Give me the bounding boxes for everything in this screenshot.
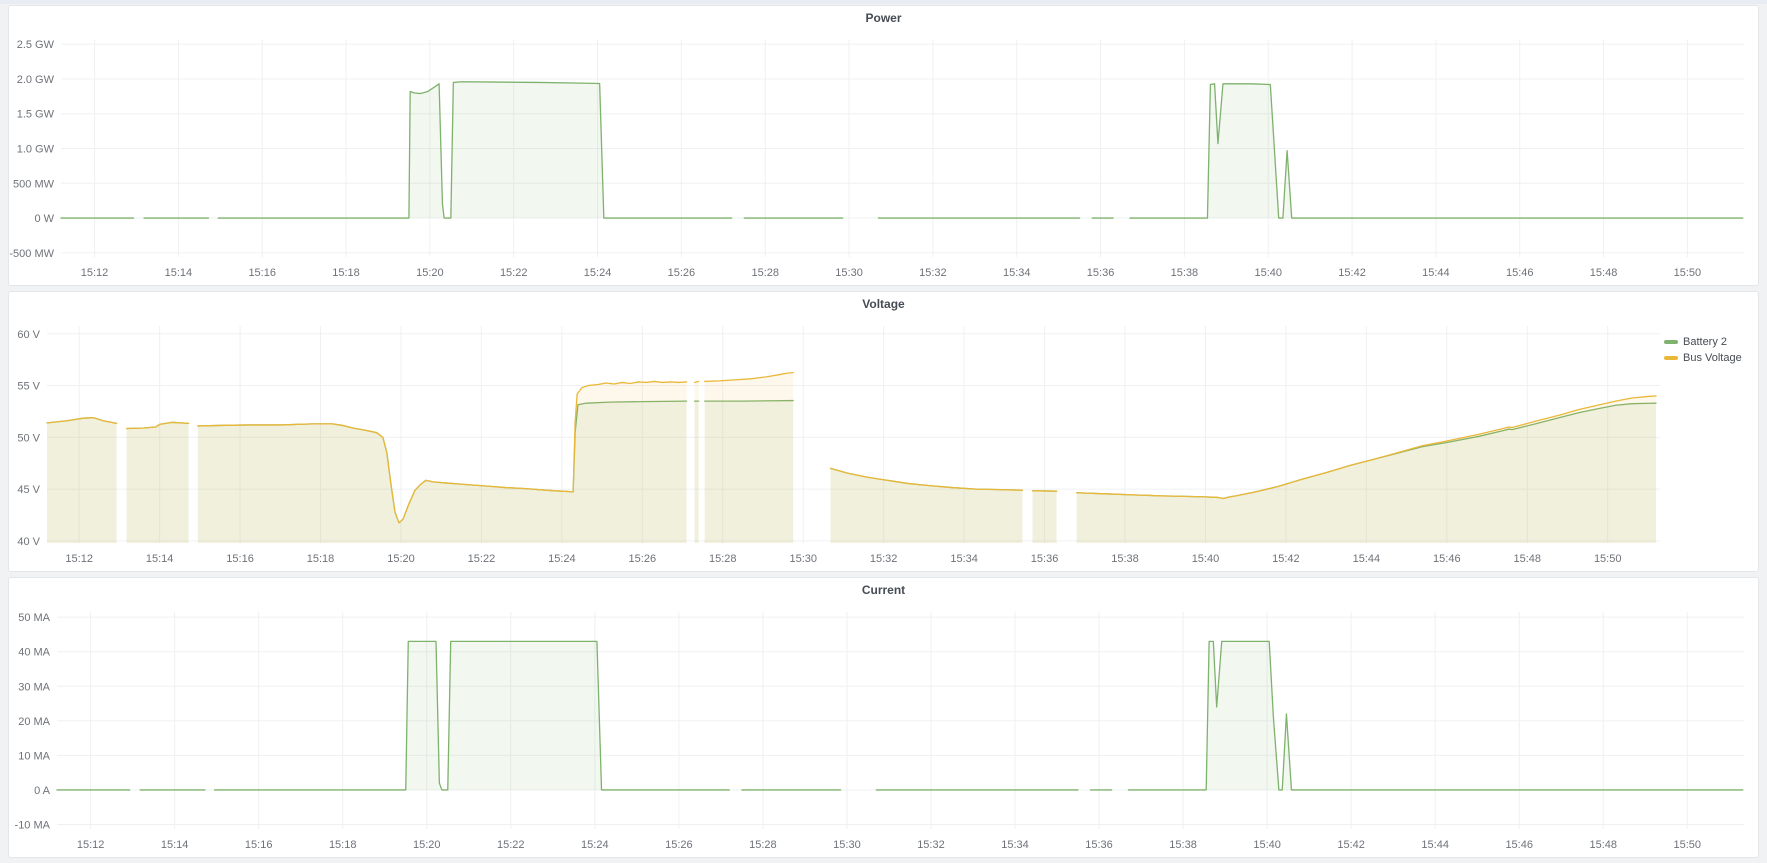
svg-text:15:22: 15:22 — [468, 553, 496, 565]
svg-text:15:16: 15:16 — [245, 839, 273, 851]
svg-text:15:50: 15:50 — [1674, 267, 1702, 279]
svg-text:15:30: 15:30 — [833, 839, 861, 851]
svg-text:15:20: 15:20 — [413, 839, 441, 851]
svg-text:15:18: 15:18 — [332, 267, 360, 279]
svg-text:15:38: 15:38 — [1171, 267, 1199, 279]
svg-text:1.5 GW: 1.5 GW — [17, 109, 55, 121]
svg-text:15:32: 15:32 — [917, 839, 945, 851]
svg-text:15:24: 15:24 — [548, 553, 576, 565]
svg-text:15:36: 15:36 — [1087, 267, 1115, 279]
svg-text:1.0 GW: 1.0 GW — [17, 144, 55, 156]
svg-text:15:50: 15:50 — [1674, 839, 1702, 851]
svg-text:45 V: 45 V — [17, 484, 40, 496]
power-panel: Power 15:12 15:14 15:16 15:18 15:20 15:22 15:2… — [8, 5, 1759, 286]
svg-text:15:32: 15:32 — [919, 267, 947, 279]
svg-text:15:28: 15:28 — [749, 839, 777, 851]
svg-text:15:42: 15:42 — [1338, 267, 1366, 279]
current-chart[interactable]: 15:12 15:14 15:16 15:18 15:20 15:22 15:24 15:26… — [9, 602, 1758, 857]
svg-text:15:22: 15:22 — [497, 839, 525, 851]
battery-2-series-swatch — [1664, 340, 1678, 344]
svg-text:15:36: 15:36 — [1085, 839, 1113, 851]
svg-text:30 MA: 30 MA — [18, 681, 50, 693]
svg-text:15:46: 15:46 — [1433, 553, 1461, 565]
voltage-panel-title[interactable]: Voltage — [9, 292, 1758, 316]
svg-text:40 V: 40 V — [17, 536, 40, 548]
svg-text:15:12: 15:12 — [77, 839, 105, 851]
svg-text:50 V: 50 V — [17, 432, 40, 444]
svg-text:15:40: 15:40 — [1253, 839, 1281, 851]
svg-text:15:44: 15:44 — [1422, 267, 1450, 279]
svg-text:15:24: 15:24 — [581, 839, 609, 851]
svg-text:10 MA: 10 MA — [18, 750, 50, 762]
svg-text:15:38: 15:38 — [1111, 553, 1139, 565]
svg-text:15:14: 15:14 — [161, 839, 189, 851]
svg-text:15:38: 15:38 — [1169, 839, 1197, 851]
power-panel-title[interactable]: Power — [9, 6, 1758, 30]
svg-text:15:42: 15:42 — [1337, 839, 1365, 851]
power-chart[interactable]: 15:12 15:14 15:16 15:18 15:20 15:22 15:24 15:26… — [9, 30, 1758, 285]
svg-text:15:16: 15:16 — [248, 267, 276, 279]
svg-text:15:32: 15:32 — [870, 553, 898, 565]
svg-text:15:34: 15:34 — [1003, 267, 1031, 279]
svg-text:15:48: 15:48 — [1590, 267, 1618, 279]
svg-text:15:20: 15:20 — [387, 553, 415, 565]
current-panel-title[interactable]: Current — [9, 578, 1758, 602]
svg-text:15:34: 15:34 — [1001, 839, 1029, 851]
current-panel: Current 15:1215:1415:1615:1815:2015:2215… — [8, 577, 1759, 858]
svg-text:0 W: 0 W — [34, 213, 54, 225]
svg-text:15:42: 15:42 — [1272, 553, 1300, 565]
svg-text:15:30: 15:30 — [789, 553, 817, 565]
svg-text:15:20: 15:20 — [416, 267, 444, 279]
svg-text:15:16: 15:16 — [226, 553, 254, 565]
voltage-legend: Battery 2 Bus Voltage — [1664, 316, 1758, 571]
svg-text:15:12: 15:12 — [81, 267, 109, 279]
svg-text:15:44: 15:44 — [1353, 553, 1381, 565]
legend-label-battery-2: Battery 2 — [1683, 336, 1727, 348]
svg-text:15:26: 15:26 — [665, 839, 693, 851]
svg-text:15:44: 15:44 — [1421, 839, 1449, 851]
svg-text:15:48: 15:48 — [1589, 839, 1617, 851]
svg-text:-10 MA: -10 MA — [15, 820, 51, 832]
svg-text:15:34: 15:34 — [950, 553, 978, 565]
svg-text:55 V: 55 V — [17, 381, 40, 393]
svg-text:15:22: 15:22 — [500, 267, 528, 279]
svg-text:50 MA: 50 MA — [18, 612, 50, 624]
svg-text:15:18: 15:18 — [329, 839, 357, 851]
svg-text:15:26: 15:26 — [629, 553, 657, 565]
svg-text:15:46: 15:46 — [1505, 839, 1533, 851]
svg-text:15:28: 15:28 — [751, 267, 779, 279]
svg-text:20 MA: 20 MA — [18, 716, 50, 728]
svg-text:15:50: 15:50 — [1594, 553, 1622, 565]
voltage-panel: Voltage 15:1215:1415:1615:1815:2015:2215… — [8, 291, 1759, 572]
svg-text:40 MA: 40 MA — [18, 647, 50, 659]
svg-text:15:26: 15:26 — [668, 267, 696, 279]
voltage-chart[interactable]: 15:12 15:14 15:16 15:18 15:20 15:22 15:24 15:26… — [9, 316, 1664, 571]
svg-text:15:46: 15:46 — [1506, 267, 1534, 279]
svg-text:60 V: 60 V — [17, 329, 40, 341]
svg-text:15:36: 15:36 — [1031, 553, 1059, 565]
svg-text:15:28: 15:28 — [709, 553, 737, 565]
svg-text:15:14: 15:14 — [146, 553, 174, 565]
svg-text:2.5 GW: 2.5 GW — [17, 39, 55, 51]
legend-item-bus-voltage[interactable]: Bus Voltage — [1664, 352, 1758, 364]
bus-voltage-series-swatch — [1664, 356, 1678, 360]
svg-text:15:18: 15:18 — [307, 553, 335, 565]
legend-item-battery-2[interactable]: Battery 2 — [1664, 336, 1758, 348]
svg-text:15:30: 15:30 — [835, 267, 863, 279]
svg-text:2.0 GW: 2.0 GW — [17, 74, 55, 86]
svg-text:0 A: 0 A — [34, 785, 51, 797]
svg-text:-500 MW: -500 MW — [9, 248, 54, 260]
page-top-strip — [0, 0, 1767, 4]
svg-text:15:24: 15:24 — [584, 267, 612, 279]
svg-text:15:12: 15:12 — [65, 553, 93, 565]
legend-label-bus-voltage: Bus Voltage — [1683, 352, 1742, 364]
svg-text:15:40: 15:40 — [1254, 267, 1282, 279]
svg-text:15:48: 15:48 — [1513, 553, 1541, 565]
svg-text:500 MW: 500 MW — [13, 178, 55, 190]
svg-text:15:14: 15:14 — [165, 267, 193, 279]
svg-text:15:40: 15:40 — [1192, 553, 1220, 565]
